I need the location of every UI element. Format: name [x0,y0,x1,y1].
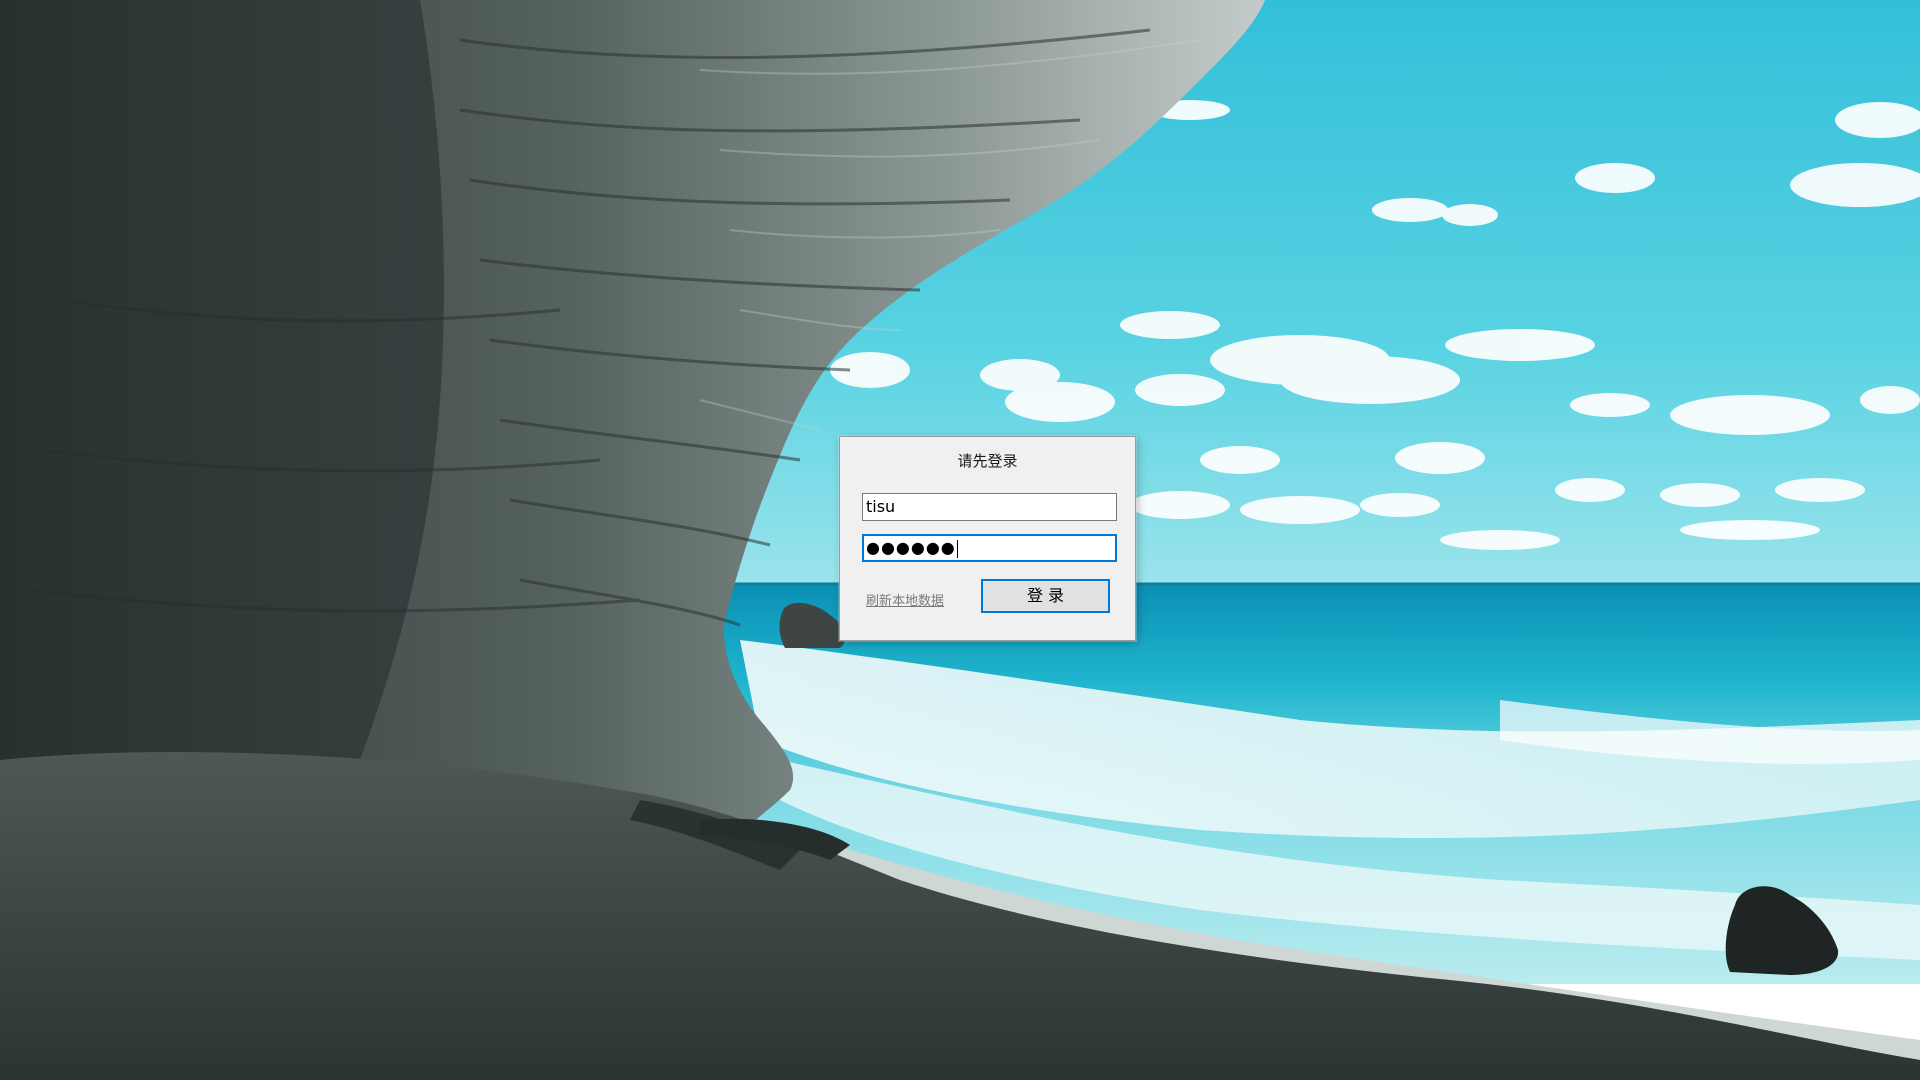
text-caret [956,539,958,558]
dialog-title: 请先登录 [957,452,1018,470]
login-button[interactable]: 登 录 [981,579,1110,613]
refresh-local-data-link[interactable]: 刷新本地数据 [866,590,944,609]
password-input[interactable]: ●●●●●● [862,534,1117,562]
username-input[interactable]: tisu [862,493,1117,521]
password-value: ●●●●●● [866,538,956,557]
login-dialog: 请先登录 tisu ●●●●●● 刷新本地数据 登 录 [839,436,1136,641]
username-value: tisu [866,497,896,516]
